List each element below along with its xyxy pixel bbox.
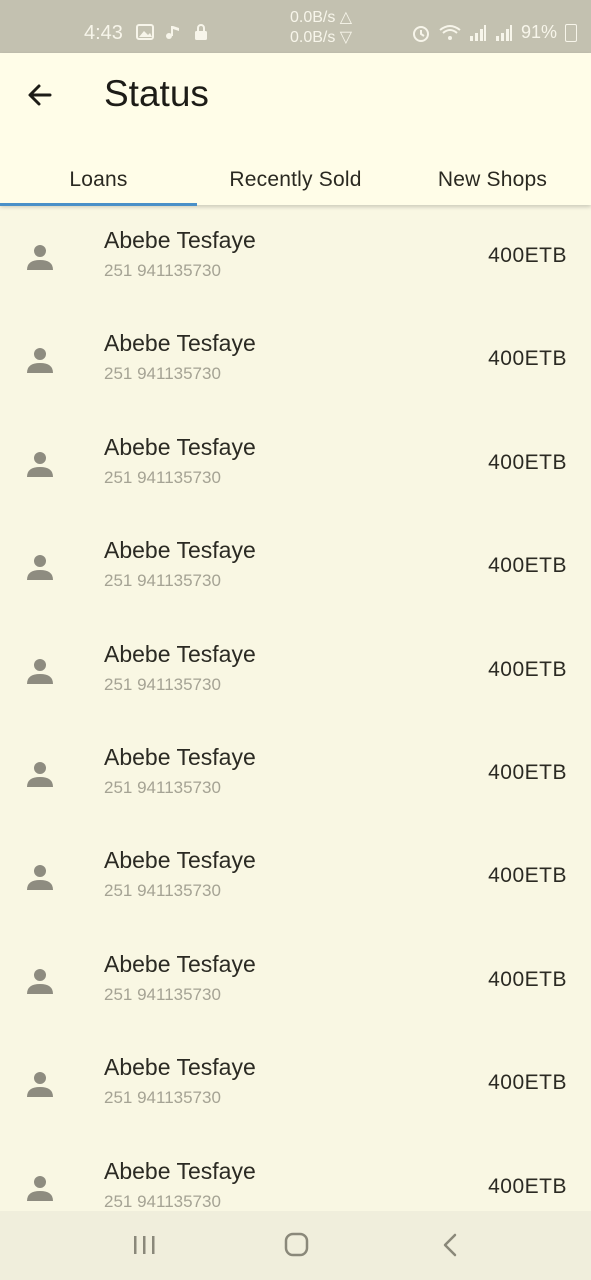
customer-name: Abebe Tesfaye (104, 1157, 256, 1184)
customer-name: Abebe Tesfaye (104, 1054, 256, 1081)
customer-name: Abebe Tesfaye (104, 537, 256, 564)
customer-phone: 251 941135730 (104, 1088, 221, 1108)
loan-amount: 400ETB (488, 554, 567, 578)
loan-amount: 400ETB (488, 1071, 567, 1095)
customer-name: Abebe Tesfaye (104, 847, 256, 874)
loan-amount: 400ETB (488, 1174, 567, 1198)
signal-icon-2 (495, 24, 512, 41)
person-icon (27, 865, 53, 891)
list-item[interactable]: Abebe Tesfaye 251 941135730 400ETB (0, 515, 591, 618)
person-icon (27, 245, 53, 270)
home-icon[interactable] (278, 1229, 314, 1261)
person-icon (27, 1072, 53, 1098)
person-icon (27, 451, 53, 477)
person-icon (27, 1175, 53, 1201)
tab-loans[interactable]: Loans (0, 151, 197, 206)
list-item[interactable]: Abebe Tesfaye 251 941135730 400ETB (0, 412, 591, 515)
alarm-icon (412, 25, 429, 42)
tab-recently-sold[interactable]: Recently Sold (197, 151, 394, 203)
customer-phone: 251 941135730 (104, 674, 221, 694)
loan-amount: 400ETB (488, 657, 567, 681)
signal-icon-1 (469, 24, 486, 41)
page-title: Status (104, 73, 209, 114)
customer-phone: 251 941135730 (104, 571, 221, 591)
lock-icon (195, 24, 207, 40)
status-right: 91% (411, 22, 577, 43)
list-item[interactable]: Abebe Tesfaye 251 941135730 400ETB (0, 205, 591, 308)
notification-icons (136, 24, 210, 40)
loan-amount: 400ETB (488, 347, 567, 371)
list-item[interactable]: Abebe Tesfaye 251 941135730 400ETB (0, 825, 591, 928)
status-time: 4:43 (84, 22, 123, 44)
loan-amount: 400ETB (488, 967, 567, 991)
customer-phone: 251 941135730 (104, 984, 221, 1004)
list-item[interactable]: Abebe Tesfaye 251 941135730 400ETB (0, 929, 591, 1032)
person-icon (27, 348, 53, 374)
list-item[interactable]: Abebe Tesfaye 251 941135730 400ETB (0, 722, 591, 825)
speed-up-text: 0.0B/s (290, 9, 336, 26)
loans-list[interactable]: Abebe Tesfaye 251 941135730 400ETB Abebe… (0, 205, 591, 1211)
customer-name: Abebe Tesfaye (104, 640, 256, 667)
app-bar: Status Loans Recently Sold New Shops (0, 53, 591, 206)
network-speed: 0.0B/s △ 0.0B/s ▽ (290, 9, 353, 46)
music-icon (166, 26, 179, 39)
customer-phone: 251 941135730 (104, 881, 221, 901)
customer-name: Abebe Tesfaye (104, 227, 256, 253)
loan-amount: 400ETB (488, 450, 567, 474)
list-item[interactable]: Abebe Tesfaye 251 941135730 400ETB (0, 619, 591, 722)
person-icon (27, 968, 53, 994)
customer-name: Abebe Tesfaye (104, 743, 256, 770)
customer-name: Abebe Tesfaye (104, 433, 256, 460)
list-item[interactable]: Abebe Tesfaye 251 941135730 400ETB (0, 1136, 591, 1211)
customer-phone: 251 941135730 (104, 261, 221, 280)
status-bar: 4:43 0.0B/s △ 0.0B/s ▽ 91% (0, 0, 591, 53)
customer-phone: 251 941135730 (104, 364, 221, 384)
tab-bar: Loans Recently Sold New Shops (0, 151, 591, 206)
gallery-icon (136, 24, 154, 40)
customer-phone: 251 941135730 (104, 1191, 221, 1211)
loan-amount: 400ETB (488, 244, 567, 267)
system-nav-bar (0, 1211, 591, 1280)
battery-icon (565, 23, 577, 42)
person-icon (27, 658, 53, 684)
loan-amount: 400ETB (488, 864, 567, 888)
wifi-icon (439, 24, 461, 40)
arrow-back-icon[interactable] (24, 79, 56, 111)
tab-new-shops[interactable]: New Shops (394, 151, 591, 203)
nav-back-icon[interactable] (432, 1229, 468, 1261)
customer-name: Abebe Tesfaye (104, 950, 256, 977)
customer-phone: 251 941135730 (104, 467, 221, 487)
speed-down-text: 0.0B/s (290, 29, 336, 46)
list-item[interactable]: Abebe Tesfaye 251 941135730 400ETB (0, 308, 591, 411)
recents-icon[interactable] (126, 1229, 162, 1261)
person-icon (27, 555, 53, 581)
person-icon (27, 761, 53, 787)
customer-phone: 251 941135730 (104, 777, 221, 797)
customer-name: Abebe Tesfaye (104, 330, 256, 357)
list-item[interactable]: Abebe Tesfaye 251 941135730 400ETB (0, 1032, 591, 1135)
loan-amount: 400ETB (488, 760, 567, 784)
battery-text: 91% (520, 22, 557, 42)
